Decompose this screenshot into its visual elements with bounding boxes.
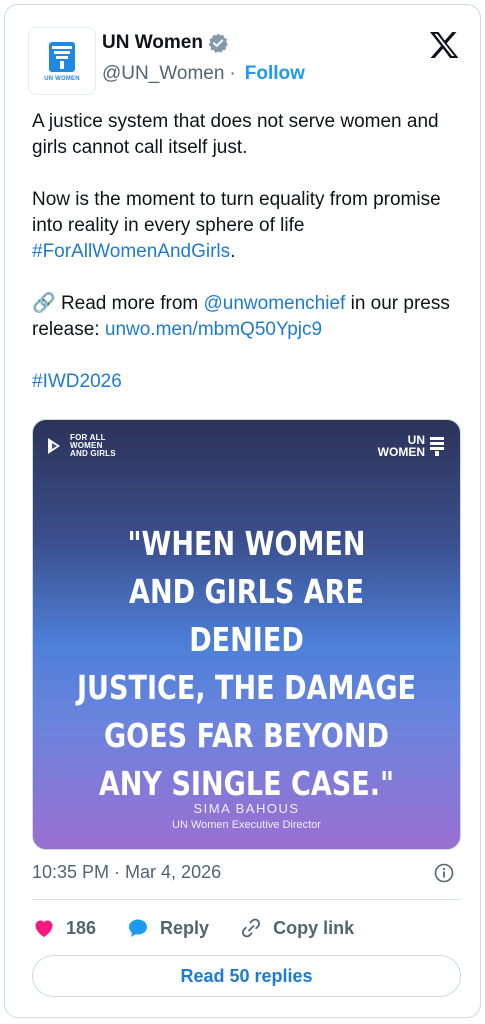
handle[interactable]: @UN_Women — [102, 63, 224, 85]
speaker-name: SIMA BAHOUS — [193, 801, 300, 816]
avatar-label: UN WOMEN — [44, 76, 80, 82]
period: . — [230, 241, 236, 262]
fa-logo-line-3: AND GIRLS — [70, 449, 116, 458]
reply-label: Reply — [160, 917, 210, 938]
tweet-paragraph-3: 🔗 Read more from @unwomenchief in our pr… — [32, 291, 452, 343]
tweet-card: UN WOMEN UN Women @UN_Women · Follow A j… — [4, 4, 481, 1018]
timestamp[interactable]: 10:35 PM · Mar 4, 2026 — [32, 862, 221, 883]
action-bar: 186 Reply Copy link — [32, 913, 384, 943]
tweet-text: A justice system that does not serve wom… — [32, 109, 452, 395]
unw-logo-line-2: WOMEN — [377, 445, 425, 459]
link-icon: 🔗 — [32, 293, 56, 314]
for-all-logo-icon — [48, 438, 60, 454]
heart-icon — [35, 920, 53, 937]
handle-row: @UN_Women · Follow — [102, 63, 305, 85]
for-all-women-logo: FOR ALL WOMEN AND GIRLS — [46, 434, 116, 458]
speaker-title: UN Women Executive Director — [172, 819, 321, 831]
read-replies-button[interactable]: Read 50 replies — [32, 955, 461, 997]
tweet-paragraph-2: Now is the moment to turn equality from … — [32, 187, 452, 265]
tweet-paragraph-1: A justice system that does not serve wom… — [32, 111, 439, 158]
un-women-mark-icon — [430, 437, 444, 456]
read-more-text: Read more from — [55, 293, 204, 314]
avatar[interactable]: UN WOMEN — [28, 27, 96, 95]
info-icon[interactable] — [434, 863, 454, 883]
divider — [32, 899, 461, 900]
name-row: UN Women — [102, 32, 229, 54]
copy-link-button[interactable]: Copy link — [239, 916, 354, 940]
verified-badge-icon — [208, 33, 228, 53]
un-women-image-logo: UN WOMEN — [378, 434, 446, 458]
like-count: 186 — [66, 917, 97, 938]
hashtag-iwd2026[interactable]: #IWD2026 — [32, 371, 122, 392]
un-women-logo-icon — [49, 42, 75, 72]
reply-icon — [129, 919, 148, 937]
mention-unwomenchief[interactable]: @unwomenchief — [204, 293, 346, 314]
quote-text: "WHEN WOMEN AND GIRLS ARE DENIED JUSTICE… — [76, 524, 417, 803]
tweet-image[interactable]: FOR ALL WOMEN AND GIRLS UN WOMEN "WHEN W… — [32, 419, 461, 850]
copy-link-label: Copy link — [273, 917, 355, 938]
separator: · — [229, 63, 236, 84]
x-logo-icon[interactable] — [428, 31, 460, 59]
tweet-paragraph-2-text: Now is the moment to turn equality from … — [32, 189, 441, 236]
press-release-link[interactable]: unwo.men/mbmQ50Ypjc9 — [105, 319, 322, 340]
reply-button[interactable]: Reply — [126, 916, 209, 940]
copy-link-icon — [242, 918, 261, 938]
hashtag-forallwomenandgirls[interactable]: #ForAllWomenAndGirls — [32, 241, 230, 262]
display-name[interactable]: UN Women — [102, 32, 203, 54]
follow-button[interactable]: Follow — [245, 63, 305, 85]
like-button[interactable]: 186 — [32, 916, 96, 940]
